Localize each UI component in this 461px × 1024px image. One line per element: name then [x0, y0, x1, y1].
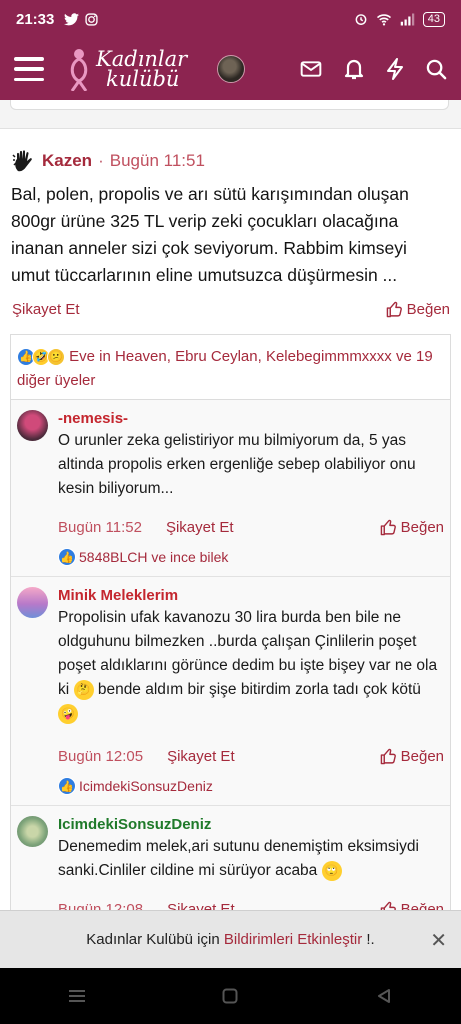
notification-prompt: Kadınlar Kulübü için Bildirimleri Etkinl…	[0, 910, 461, 968]
separator-dot: ·	[98, 151, 104, 170]
thumbs-up-icon	[380, 519, 396, 536]
comment-author[interactable]: Minik Meleklerim	[58, 587, 444, 604]
comment-text-part2: bende aldım bir şişe bitirdim zorla tadı…	[97, 681, 421, 698]
battery-indicator: 43	[422, 11, 445, 27]
comment-avatar[interactable]	[17, 587, 48, 618]
close-icon[interactable]: ✕	[430, 928, 447, 953]
comment-time[interactable]: Bugün 12:05	[58, 748, 143, 765]
comment-report-link[interactable]: Şikayet Et	[166, 519, 234, 536]
notification-text-after: !.	[366, 931, 375, 948]
thumbs-up-icon	[380, 901, 396, 910]
logo-ribbon-icon	[70, 49, 88, 91]
comments-list: -nemesis- O urunler zeka gelistiriyor mu…	[10, 399, 451, 910]
like-label: Beğen	[406, 301, 450, 318]
comment-text-body: Denemedim melek,ari sutunu denemiştim ek…	[58, 838, 419, 879]
comment-reactions[interactable]: 5848BLCH ve ince bilek	[79, 549, 228, 565]
system-navigation-bar	[0, 968, 461, 1024]
back-icon[interactable]	[369, 981, 399, 1011]
comment-avatar[interactable]	[17, 816, 48, 847]
comment-like-button[interactable]: Beğen	[380, 901, 444, 910]
user-avatar[interactable]	[217, 55, 246, 83]
comment-reactions[interactable]: IcimdekiSonsuzDeniz	[79, 778, 213, 794]
like-reaction-icon: 👍	[58, 777, 76, 795]
comment-report-link[interactable]: Şikayet Et	[167, 748, 235, 765]
thinking-emoji-icon: 🤔	[73, 679, 94, 700]
site-logo[interactable]: Kadınlar kulübü	[66, 47, 187, 91]
post-author[interactable]: Kazen	[42, 151, 92, 171]
thumbs-up-icon	[380, 748, 396, 765]
comment-like-button[interactable]: Beğen	[380, 748, 444, 765]
search-icon[interactable]	[426, 59, 447, 80]
comment-avatar[interactable]	[17, 410, 48, 441]
menu-icon[interactable]	[14, 57, 44, 81]
recent-apps-icon[interactable]	[62, 981, 92, 1011]
zany-emoji-icon: 🤪	[58, 703, 78, 724]
comment-text: O urunler zeka gelistiriyor mu bilmiyoru…	[58, 432, 416, 497]
comment-time[interactable]: Bugün 11:52	[58, 519, 142, 536]
reactions-text[interactable]: Eve in Heaven, Ebru Ceylan, Kelebegimmmx…	[17, 348, 433, 389]
logo-line1: Kadınlar	[96, 47, 188, 71]
top-navbar: Kadınlar kulübü	[0, 38, 461, 100]
comment-like-button[interactable]: Beğen	[380, 519, 444, 536]
previous-post-card	[10, 100, 449, 110]
instagram-icon	[85, 12, 98, 26]
comment-report-link[interactable]: Şikayet Et	[167, 901, 235, 910]
bolt-icon[interactable]	[386, 58, 404, 80]
eye-roll-emoji-icon: 🙄	[321, 860, 342, 881]
comment-text: Denemedim melek,ari sutunu denemiştim ek…	[58, 835, 444, 883]
post-reactions[interactable]: 👍 🤣 😕 Eve in Heaven, Ebru Ceylan, Kelebe…	[10, 334, 451, 399]
bell-icon[interactable]	[344, 58, 364, 80]
report-link[interactable]: Şikayet Et	[12, 301, 80, 318]
status-time: 21:33	[16, 10, 55, 28]
signal-icon	[400, 13, 414, 25]
home-icon[interactable]	[215, 981, 245, 1011]
logo-line2: kulübü	[106, 67, 180, 91]
comment-author[interactable]: -nemesis-	[58, 410, 444, 427]
notification-text-before: Kadınlar Kulübü için	[86, 931, 220, 948]
post-time[interactable]: Bugün 11:51	[110, 151, 205, 171]
post-body: Bal, polen, propolis ve arı sütü karışım…	[11, 184, 409, 285]
comment-like-label: Beğen	[400, 748, 444, 765]
comment-author[interactable]: IcimdekiSonsuzDeniz	[58, 816, 444, 833]
comment-time[interactable]: Bugün 12:08	[58, 901, 143, 910]
post-card: Kazen · Bugün 11:51 Bal, polen, propolis…	[0, 128, 461, 910]
status-bar: 21:33 43	[0, 0, 461, 38]
wifi-icon	[376, 13, 391, 26]
like-reaction-icon: 👍	[58, 548, 76, 566]
comment-item: IcimdekiSonsuzDeniz Denemedim melek,ari …	[11, 805, 450, 910]
hand-wave-icon	[12, 150, 32, 172]
comment-item: Minik Meleklerim Propolisin ufak kavanoz…	[11, 576, 450, 805]
page-content[interactable]: Kazen · Bugün 11:51 Bal, polen, propolis…	[0, 100, 461, 910]
enable-notifications-link[interactable]: Bildirimleri Etkinleştir	[224, 931, 362, 948]
comment-like-label: Beğen	[400, 519, 444, 536]
comment-item: -nemesis- O urunler zeka gelistiriyor mu…	[11, 400, 450, 576]
comment-like-label: Beğen	[400, 901, 444, 910]
envelope-icon[interactable]	[300, 61, 322, 77]
alarm-icon	[355, 14, 367, 25]
comment-text: Propolisin ufak kavanozu 30 lira burda b…	[58, 606, 444, 726]
twitter-icon	[64, 12, 80, 25]
sad-reaction-icon: 😕	[47, 348, 65, 367]
notification-text: Kadınlar Kulübü için Bildirimleri Etkinl…	[86, 931, 374, 948]
like-button[interactable]: Beğen	[386, 301, 450, 318]
thumbs-up-icon	[386, 301, 402, 318]
